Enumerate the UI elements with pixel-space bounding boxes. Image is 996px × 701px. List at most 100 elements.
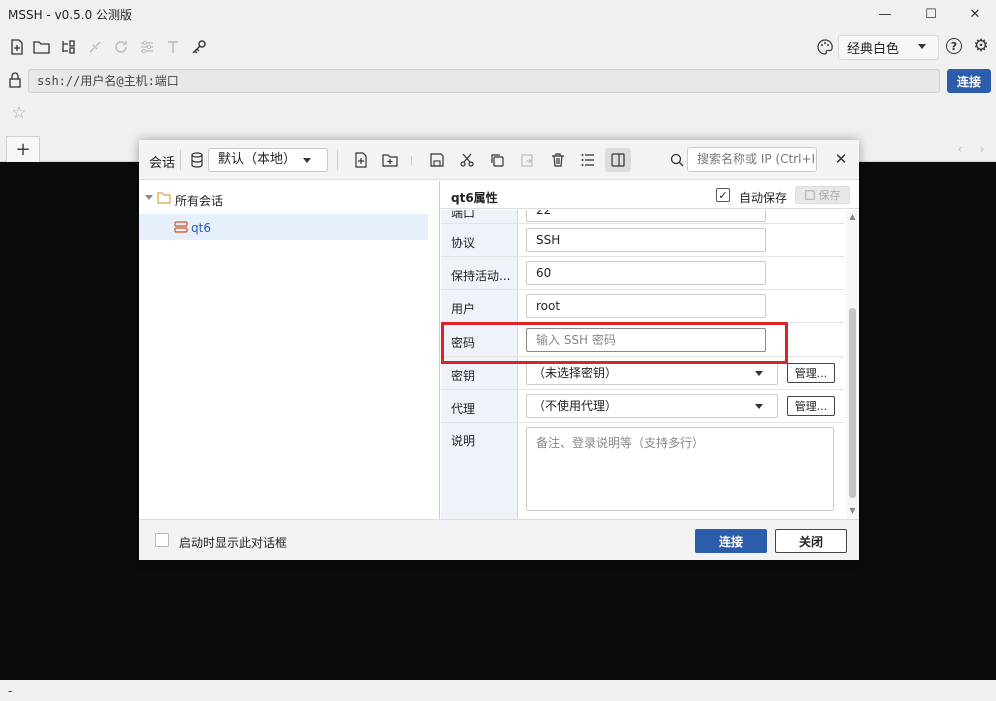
keepalive-input[interactable]: 60 — [526, 261, 766, 285]
chevron-down-icon[interactable] — [145, 195, 153, 200]
manage-keys-button[interactable]: 管理... — [787, 363, 835, 383]
tab-next-button[interactable]: › — [972, 140, 992, 158]
maximize-button[interactable]: ☐ — [908, 0, 954, 28]
add-tab-button[interactable]: + — [6, 136, 40, 162]
tree-root-label: 所有会话 — [175, 194, 224, 208]
divider — [411, 156, 412, 166]
open-folder-icon[interactable] — [33, 38, 51, 56]
delete-icon[interactable] — [549, 151, 567, 169]
dialog-connect-button[interactable]: 连接 — [695, 529, 767, 553]
tab-prev-button[interactable]: ‹ — [950, 140, 970, 158]
dialog-close-button[interactable]: ✕ — [832, 150, 850, 168]
proxy-select-value: （不使用代理） — [533, 399, 618, 413]
notes-textarea[interactable]: 备注、登录说明等（支持多行） — [526, 427, 834, 511]
session-icon — [174, 220, 188, 237]
refresh-icon[interactable] — [112, 38, 130, 56]
key-select-value: （未选择密钥） — [533, 366, 618, 380]
search-icon — [668, 151, 686, 169]
new-folder-icon[interactable] — [381, 151, 399, 169]
protocol-input[interactable]: SSH — [526, 228, 766, 252]
plus-icon: + — [15, 139, 31, 160]
connect-button[interactable]: 连接 — [947, 69, 991, 93]
key-icon[interactable] — [190, 38, 208, 56]
tree-root[interactable]: 所有会话 — [139, 186, 428, 212]
text-icon[interactable] — [164, 38, 182, 56]
scroll-up-icon[interactable]: ▲ — [848, 212, 857, 221]
toggle-panel-icon[interactable] — [605, 148, 631, 172]
vertical-scrollbar[interactable]: ▲ ▼ — [846, 210, 859, 519]
scroll-thumb[interactable] — [849, 308, 856, 498]
row-protocol: 协议 SSH — [441, 224, 844, 257]
save-button-label: 保存 — [818, 189, 841, 202]
minimize-icon: — — [878, 6, 892, 22]
list-icon[interactable] — [579, 151, 597, 169]
user-input[interactable]: root — [526, 294, 766, 318]
group-select[interactable]: 默认（本地） — [208, 148, 328, 172]
chevron-down-icon — [303, 158, 311, 163]
palette-icon[interactable] — [816, 38, 834, 56]
chevron-left-icon: ‹ — [957, 142, 963, 156]
manage-proxies-button[interactable]: 管理... — [787, 396, 835, 416]
minimize-button[interactable]: — — [862, 0, 908, 28]
proxy-label: 代理 — [451, 402, 476, 416]
close-icon: ✕ — [969, 6, 981, 22]
paste-icon[interactable] — [518, 151, 536, 169]
folder-icon — [157, 192, 171, 207]
new-file-icon[interactable] — [352, 151, 370, 169]
password-highlight-box — [441, 322, 788, 364]
theme-select-value: 经典白色 — [847, 42, 900, 57]
cut-icon[interactable] — [458, 151, 476, 169]
port-label: 端口 — [451, 210, 476, 220]
disconnect-icon[interactable] — [86, 38, 104, 56]
sliders-icon[interactable] — [138, 38, 156, 56]
divider — [337, 150, 338, 170]
tree-icon[interactable] — [59, 38, 77, 56]
autosave-checkbox[interactable]: ✓ — [716, 188, 730, 202]
maximize-icon: ☐ — [925, 6, 937, 22]
show-on-start-checkbox[interactable] — [155, 533, 169, 547]
dialog-close-footer-button[interactable]: 关闭 — [775, 529, 847, 553]
key-select[interactable]: （未选择密钥） — [526, 361, 778, 385]
save-icon[interactable] — [428, 151, 446, 169]
window-title: MSSH - v0.5.0 公测版 — [8, 7, 133, 22]
tree-item-qt6[interactable]: qt6 — [139, 214, 428, 240]
user-label: 用户 — [451, 302, 476, 316]
group-select-value: 默认（本地） — [218, 152, 297, 167]
notes-label: 说明 — [451, 434, 476, 448]
title-bar: MSSH - v0.5.0 公测版 — [0, 0, 996, 28]
chevron-right-icon: › — [979, 142, 985, 156]
scroll-down-icon[interactable]: ▼ — [848, 506, 857, 515]
protocol-label: 协议 — [451, 236, 476, 250]
session-tree: 所有会话 qt6 — [139, 181, 440, 519]
port-input[interactable]: 22 — [526, 210, 766, 222]
row-user: 用户 root — [441, 290, 844, 323]
proxy-select[interactable]: （不使用代理） — [526, 394, 778, 418]
properties-header: qt6属性 ✓ 自动保存 保存 — [441, 181, 859, 209]
save-button[interactable]: 保存 — [795, 186, 850, 204]
address-input[interactable]: ssh://用户名@主机:端口 — [28, 69, 940, 93]
keepalive-label: 保持活动... — [451, 269, 511, 283]
address-bar: ssh://用户名@主机:端口 — [0, 67, 996, 95]
copy-icon[interactable] — [488, 151, 506, 169]
settings-icon[interactable]: ⚙ — [972, 36, 990, 56]
new-session-icon[interactable] — [8, 38, 26, 56]
help-icon[interactable]: ? — [946, 38, 962, 54]
star-glyph: ☆ — [11, 103, 27, 123]
row-port: 端口 22 — [441, 210, 844, 224]
row-keepalive: 保持活动... 60 — [441, 257, 844, 290]
search-input[interactable]: 搜索名称或 IP (Ctrl+I — [687, 147, 817, 172]
theme-select[interactable]: 经典白色 — [838, 35, 939, 60]
property-grid: 端口 22 协议 SSH 保持活动... 60 用户 root 密码 输入 SS… — [441, 210, 844, 519]
chevron-down-icon — [755, 371, 763, 376]
gear-icon: ⚙ — [973, 36, 989, 56]
status-text: - — [8, 684, 13, 698]
status-bar: - — [0, 681, 996, 701]
close-icon: ✕ — [834, 150, 848, 168]
session-dialog: 会话 默认（本地） 搜索名称或 IP (Ctrl+I ✕ 所有会话 qt6 qt… — [139, 140, 859, 560]
row-proxy: 代理 （不使用代理） 管理... — [441, 390, 844, 423]
chevron-down-icon — [918, 44, 926, 49]
star-icon[interactable]: ☆ — [10, 103, 28, 123]
autosave-label: 自动保存 — [739, 191, 788, 205]
close-window-button[interactable]: ✕ — [952, 0, 996, 28]
properties-title: qt6属性 — [451, 191, 498, 205]
